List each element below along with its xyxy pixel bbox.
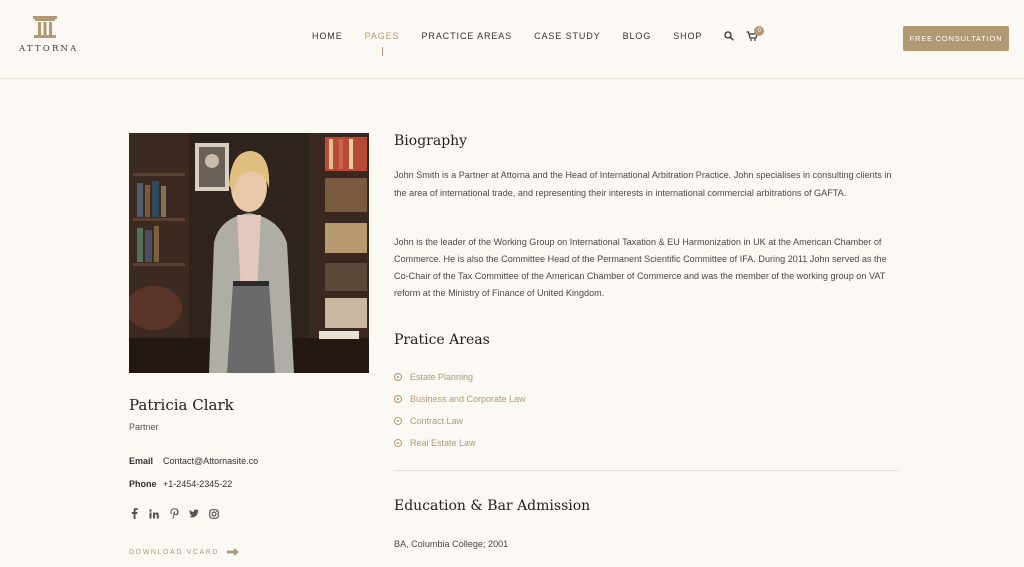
nav-pages[interactable]: PAGES [365, 31, 400, 56]
bullet-icon [394, 373, 402, 381]
nav-blog[interactable]: BLOG [623, 31, 652, 41]
nav-home[interactable]: HOME [312, 31, 343, 41]
pinterest-icon[interactable] [169, 508, 179, 519]
practice-area-item[interactable]: Estate Planning [394, 366, 526, 388]
practice-area-label: Real Estate Law [410, 438, 476, 448]
nav-shop[interactable]: SHOP [673, 31, 702, 41]
profile-photo [129, 133, 369, 373]
attorney-role: Partner [129, 422, 159, 432]
phone-value[interactable]: +1-2454-2345-22 [163, 479, 232, 489]
practice-area-item[interactable]: Real Estate Law [394, 432, 526, 454]
linkedin-icon[interactable] [149, 508, 159, 519]
biography-paragraph-2: John is the leader of the Working Group … [394, 237, 887, 298]
section-divider [394, 470, 898, 471]
download-vcard-label: DOWNLOAD VCARD [129, 548, 220, 556]
bullet-icon [394, 395, 402, 403]
bullet-icon [394, 417, 402, 425]
facebook-icon[interactable] [129, 508, 139, 519]
arrow-right-icon [227, 548, 240, 556]
logo[interactable]: ATTORNA [19, 15, 79, 57]
education-heading: Education & Bar Admission [394, 498, 591, 514]
instagram-icon[interactable] [209, 508, 219, 519]
social-links [129, 508, 219, 519]
email-label: Email [129, 456, 154, 466]
practice-area-label: Business and Corporate Law [410, 394, 526, 404]
email-value[interactable]: Contact@Attornasite.co [163, 456, 258, 466]
practice-area-label: Contract Law [410, 416, 464, 426]
main-nav: HOME PAGES PRACTICE AREAS CASE STUDY BLO… [312, 26, 770, 56]
practice-area-label: Estate Planning [410, 372, 474, 382]
nav-case-study[interactable]: CASE STUDY [534, 31, 601, 41]
free-consultation-button[interactable]: FREE CONSULTATION [903, 26, 1009, 51]
biography-heading: Biography [394, 133, 468, 149]
practice-areas-heading: Pratice Areas [394, 332, 490, 348]
attorney-name: Patricia Clark [129, 396, 234, 414]
practice-areas-list: Estate Planning Business and Corporate L… [394, 366, 526, 454]
email-row: Email Contact@Attornasite.co [129, 456, 258, 466]
practice-area-item[interactable]: Contract Law [394, 410, 526, 432]
twitter-icon[interactable] [189, 508, 199, 519]
education-line: BA, Columbia College; 2001 [394, 539, 509, 549]
bullet-icon [394, 439, 402, 447]
phone-row: Phone +1-2454-2345-22 [129, 479, 232, 489]
site-header: ATTORNA HOME PAGES PRACTICE AREAS CASE S… [0, 0, 1024, 79]
phone-label: Phone [129, 479, 157, 489]
search-icon[interactable] [724, 31, 735, 41]
practice-area-item[interactable]: Business and Corporate Law [394, 388, 526, 410]
download-vcard-link[interactable]: DOWNLOAD VCARD [129, 548, 240, 556]
cart-count-badge: 0 [754, 26, 765, 36]
cart-icon[interactable]: 0 [746, 26, 765, 41]
nav-practice-areas[interactable]: PRACTICE AREAS [421, 31, 512, 41]
column-logo-icon [33, 16, 57, 38]
biography-paragraph-1: John Smith is a Partner at Attorna and t… [394, 170, 892, 198]
logo-text: ATTORNA [19, 44, 79, 54]
